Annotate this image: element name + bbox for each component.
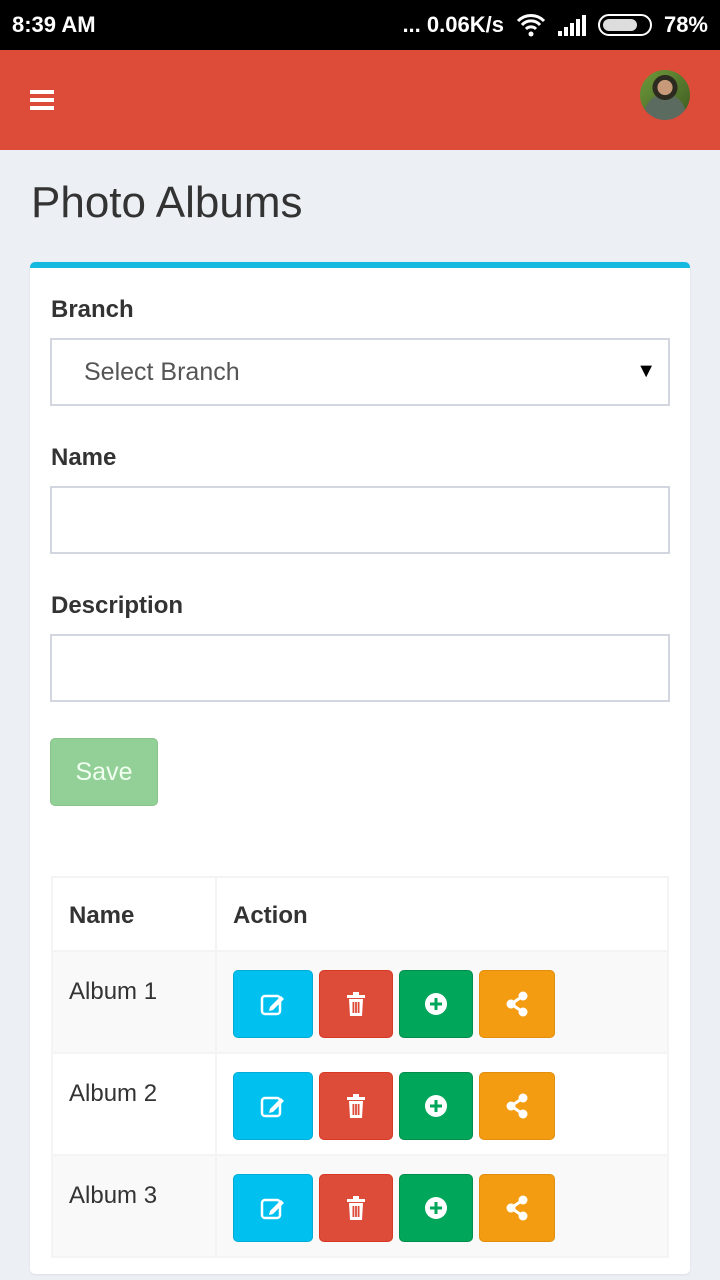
share-icon: [506, 991, 528, 1017]
edit-button[interactable]: [233, 1072, 313, 1140]
app-bar: [0, 50, 720, 150]
column-header-name: Name: [51, 876, 217, 952]
page-title: Photo Albums: [31, 178, 303, 227]
edit-button[interactable]: [233, 1174, 313, 1242]
user-avatar[interactable]: [640, 70, 690, 120]
share-button[interactable]: [479, 1072, 555, 1140]
branch-select[interactable]: Select Branch ▼: [50, 338, 670, 406]
share-button[interactable]: [479, 970, 555, 1038]
status-bar: 8:39 AM ... 0.06K/s 78%: [0, 0, 720, 50]
table-header-row: Name Action: [51, 876, 669, 952]
wifi-icon: [516, 14, 546, 37]
share-button[interactable]: [479, 1174, 555, 1242]
description-label: Description: [51, 592, 184, 619]
trash-icon: [347, 992, 365, 1016]
trash-icon: [347, 1094, 365, 1118]
table-row: Album 1: [51, 950, 669, 1054]
albums-table: Name Action Album 1 Album 2 Album 3: [51, 876, 669, 1258]
branch-label: Branch: [51, 296, 134, 323]
edit-icon: [260, 994, 284, 1016]
edit-icon: [260, 1096, 284, 1118]
delete-button[interactable]: [319, 1072, 393, 1140]
album-name: Album 1: [51, 950, 217, 1054]
battery-percent: 78%: [663, 12, 708, 37]
add-button[interactable]: [399, 1174, 473, 1242]
description-input[interactable]: [50, 634, 670, 702]
edit-icon: [260, 1198, 284, 1220]
battery-icon: [597, 14, 652, 36]
name-input[interactable]: [50, 486, 670, 554]
album-form-card: Branch Select Branch ▼ Name Description …: [30, 262, 690, 1274]
save-button[interactable]: Save: [50, 738, 158, 806]
signal-icon: [557, 14, 586, 36]
branch-select-value: Select Branch: [84, 358, 240, 386]
plus-circle-icon: [425, 993, 447, 1015]
plus-circle-icon: [425, 1095, 447, 1117]
add-button[interactable]: [399, 970, 473, 1038]
album-name: Album 3: [51, 1154, 217, 1258]
plus-circle-icon: [425, 1197, 447, 1219]
hamburger-menu-icon[interactable]: [30, 90, 54, 110]
album-name: Album 2: [51, 1052, 217, 1156]
share-icon: [506, 1195, 528, 1221]
column-header-action: Action: [215, 876, 669, 952]
table-row: Album 2: [51, 1052, 669, 1156]
delete-button[interactable]: [319, 970, 393, 1038]
network-speed: ... 0.06K/s: [402, 12, 504, 37]
edit-button[interactable]: [233, 970, 313, 1038]
delete-button[interactable]: [319, 1174, 393, 1242]
table-row: Album 3: [51, 1154, 669, 1258]
name-label: Name: [51, 444, 117, 471]
add-button[interactable]: [399, 1072, 473, 1140]
status-time: 8:39 AM: [12, 12, 96, 37]
trash-icon: [347, 1196, 365, 1220]
share-icon: [506, 1093, 528, 1119]
dropdown-caret-icon: ▼: [636, 360, 656, 382]
